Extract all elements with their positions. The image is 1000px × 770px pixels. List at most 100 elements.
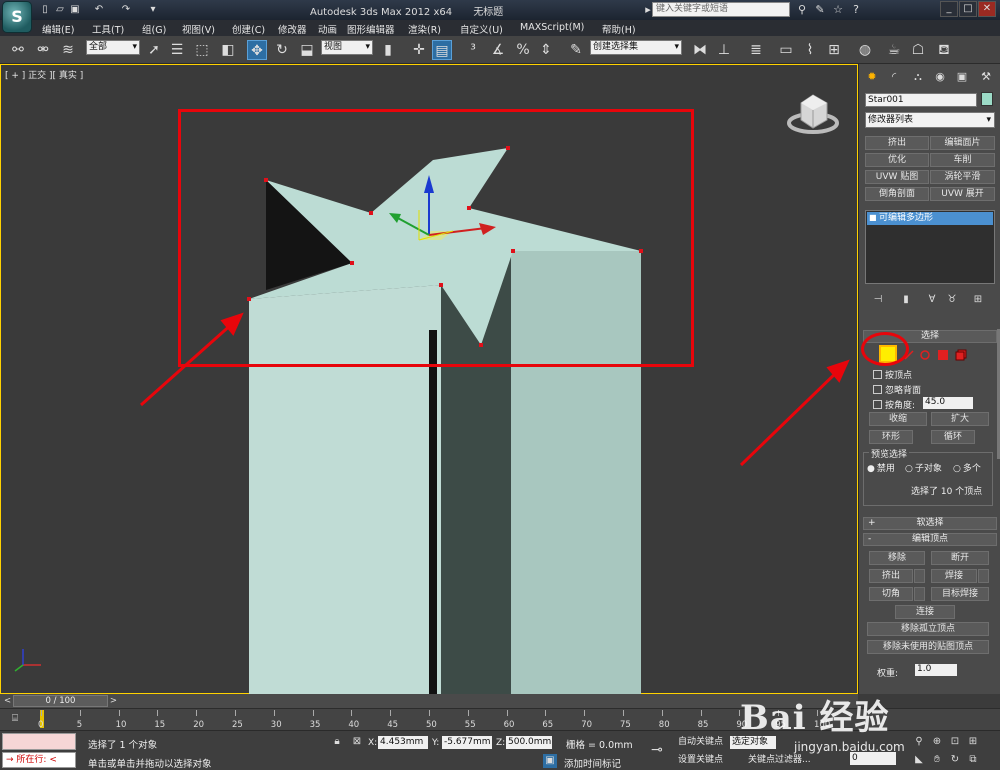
set-key-button[interactable]: 设置关键点 xyxy=(678,754,723,768)
show-end-result-icon[interactable]: ▮ xyxy=(899,294,913,308)
mod-btn-lathe[interactable]: 车削 xyxy=(930,153,995,167)
menu-customize[interactable]: 自定义(U) xyxy=(460,22,503,36)
remove-vertex-button[interactable]: 移除 xyxy=(869,551,925,565)
bind-space-warp-icon[interactable]: ≋ xyxy=(58,40,78,60)
minimize-button[interactable]: _ xyxy=(940,1,958,17)
mod-btn-optimize[interactable]: 优化 xyxy=(865,153,929,167)
time-slider[interactable]: 0 / 100 xyxy=(0,694,858,708)
weld-vertex-button[interactable]: 焊接 xyxy=(931,569,977,583)
maxscript-listener-mini[interactable] xyxy=(2,733,76,750)
select-by-name-icon[interactable]: ☰ xyxy=(167,40,187,60)
mod-btn-uvw-map[interactable]: UVW 贴图 xyxy=(865,170,929,184)
border-subobject-icon[interactable] xyxy=(919,349,931,361)
rollout-soft-selection[interactable]: + 软选择 xyxy=(863,517,997,530)
grow-button[interactable]: 扩大 xyxy=(931,412,989,426)
mod-btn-unwrap-uvw[interactable]: UVW 展开 xyxy=(930,187,995,201)
percent-snap-icon[interactable]: % xyxy=(513,40,533,60)
add-time-tag-button[interactable]: 添加时间标记 xyxy=(564,756,621,770)
z-coordinate-field[interactable]: 500.0mm xyxy=(506,736,552,749)
hierarchy-tab-icon[interactable]: ⛬ xyxy=(909,68,927,86)
render-setup-icon[interactable]: ☕ xyxy=(884,40,904,60)
modifier-stack[interactable]: 可编辑多边形 xyxy=(865,210,995,284)
stack-item-editable-poly[interactable]: 可编辑多边形 xyxy=(867,212,993,225)
new-file-icon[interactable]: ▯ xyxy=(38,3,52,16)
angle-snap-icon[interactable]: ∡ xyxy=(488,40,508,60)
menu-help[interactable]: 帮助(H) xyxy=(602,22,636,36)
motion-tab-icon[interactable]: ◉ xyxy=(931,68,949,86)
by-angle-checkbox[interactable]: 按角度: xyxy=(873,398,915,411)
spinner-snap-icon[interactable]: ⇕ xyxy=(536,40,556,60)
redo-icon[interactable]: ↷ xyxy=(119,3,133,16)
rendered-frame-window-icon[interactable]: ☖ xyxy=(908,40,928,60)
weld-settings-button[interactable] xyxy=(978,569,989,583)
menu-views[interactable]: 视图(V) xyxy=(182,22,215,36)
unlink-icon[interactable]: ⚮ xyxy=(33,40,53,60)
undo-icon[interactable]: ↶ xyxy=(92,3,106,16)
material-editor-icon[interactable]: ◍ xyxy=(855,40,875,60)
graphite-tools-icon[interactable]: ▭ xyxy=(776,40,796,60)
app-logo-button[interactable]: S xyxy=(2,1,32,33)
select-object-icon[interactable]: ➚ xyxy=(144,40,164,60)
edit-named-selection-icon[interactable]: ✎ xyxy=(566,40,586,60)
window-crossing-icon[interactable]: ◧ xyxy=(218,40,238,60)
menu-create[interactable]: 创建(C) xyxy=(232,22,265,36)
maximize-button[interactable]: □ xyxy=(959,1,977,17)
help-icon[interactable]: ? xyxy=(848,2,864,17)
selection-filter-dropdown[interactable]: 全部 xyxy=(86,40,140,55)
weight-spinner[interactable]: 1.0 xyxy=(915,664,957,676)
mod-btn-turbosmooth[interactable]: 涡轮平滑 xyxy=(930,170,995,184)
mod-btn-bevel-profile[interactable]: 倒角剖面 xyxy=(865,187,929,201)
preview-off-radio[interactable]: 禁用 xyxy=(867,461,895,474)
chamfer-vertex-button[interactable]: 切角 xyxy=(869,587,913,601)
reference-coord-dropdown[interactable]: 视图 xyxy=(321,40,373,55)
menu-group[interactable]: 组(G) xyxy=(142,22,166,36)
ignore-backfacing-checkbox[interactable]: 忽略背面 xyxy=(873,383,921,396)
star-icon[interactable]: ☆ xyxy=(830,2,846,17)
pivot-icon[interactable]: ▮ xyxy=(378,40,398,60)
save-icon[interactable]: ▣ xyxy=(68,3,82,16)
menu-rendering[interactable]: 渲染(R) xyxy=(408,22,441,36)
close-button[interactable]: ✕ xyxy=(978,1,996,17)
element-subobject-icon[interactable] xyxy=(955,349,967,361)
create-tab-icon[interactable]: ✹ xyxy=(863,68,881,86)
mirror-icon[interactable]: ⧓ xyxy=(690,40,710,60)
rect-selection-icon[interactable]: ⬚ xyxy=(192,40,212,60)
tools-icon[interactable]: ✎ xyxy=(812,2,828,17)
remove-unused-map-verts-button[interactable]: 移除未使用的贴图顶点 xyxy=(867,640,989,654)
menu-animation[interactable]: 动画 xyxy=(318,22,337,36)
auto-key-button[interactable]: 自动关键点 xyxy=(678,736,723,750)
menu-maxscript[interactable]: MAXScript(M) xyxy=(520,22,584,33)
menu-tools[interactable]: 工具(T) xyxy=(92,22,124,36)
scale-icon[interactable]: ⬓ xyxy=(297,40,317,60)
polygon-subobject-icon[interactable] xyxy=(937,349,949,361)
view-cube[interactable] xyxy=(787,94,839,134)
display-tab-icon[interactable]: ▣ xyxy=(953,68,971,86)
schematic-view-icon[interactable]: ⊞ xyxy=(824,40,844,60)
align-icon[interactable]: ⊥ xyxy=(714,40,734,60)
rotate-icon[interactable]: ↻ xyxy=(272,40,292,60)
lock-selection-icon[interactable]: 🔒︎ xyxy=(330,735,344,749)
select-manipulate-icon[interactable]: ✛ xyxy=(409,40,429,60)
remove-isolated-vertices-button[interactable]: 移除孤立顶点 xyxy=(867,622,989,636)
pin-stack-icon[interactable]: ⊣ xyxy=(871,294,885,308)
extrude-vertex-button[interactable]: 挤出 xyxy=(869,569,913,583)
viewport-label[interactable]: [ + ] 正交 ][ 真实 ] xyxy=(5,68,83,81)
mod-btn-edit-patch[interactable]: 编辑面片 xyxy=(930,136,995,150)
dropdown-arrow-icon[interactable]: ▾ xyxy=(146,3,160,16)
keyboard-shortcut-override-icon[interactable]: ▤ xyxy=(432,40,452,60)
move-icon[interactable]: ✥ xyxy=(247,40,267,60)
modify-tab-icon[interactable]: ◜ xyxy=(885,68,903,86)
by-vertex-checkbox[interactable]: 按顶点 xyxy=(873,368,912,381)
break-vertex-button[interactable]: 断开 xyxy=(931,551,989,565)
preview-subobject-radio[interactable]: 子对象 xyxy=(905,461,942,474)
ring-button[interactable]: 环形 xyxy=(869,430,913,444)
target-weld-button[interactable]: 目标焊接 xyxy=(931,587,989,601)
front-viewport[interactable]: [ + ] 正交 ][ 真实 ] xyxy=(0,64,858,695)
layer-manager-icon[interactable]: ≣ xyxy=(746,40,766,60)
angle-spinner[interactable]: 45.0 xyxy=(923,397,973,409)
link-icon[interactable]: ⚯ xyxy=(8,40,28,60)
preview-multi-radio[interactable]: 多个 xyxy=(953,461,981,474)
connect-vertex-button[interactable]: 连接 xyxy=(895,605,955,619)
open-file-icon[interactable]: ▱ xyxy=(53,3,67,16)
time-slider-thumb[interactable]: 0 / 100 xyxy=(4,695,117,707)
